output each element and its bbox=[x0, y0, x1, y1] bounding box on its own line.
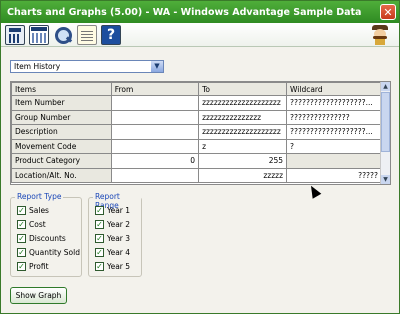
row-label: Movement Code bbox=[11, 138, 112, 154]
checkbox-checked-icon[interactable]: ✓ bbox=[95, 219, 104, 229]
table-row: Description zzzzzzzzzzzzzzzzzzzz ???????… bbox=[11, 124, 382, 140]
title-bar: Charts and Graphs (5.00) - WA - Windows … bbox=[1, 1, 399, 23]
from-cell[interactable] bbox=[110, 138, 200, 154]
to-cell[interactable]: zzzzzzzzzzzzzzzzzzzz bbox=[198, 124, 288, 140]
wildcard-cell[interactable]: ???????????????????... bbox=[286, 124, 382, 140]
calculator-icon[interactable] bbox=[5, 25, 25, 45]
checkbox-cost[interactable]: ✓ Cost bbox=[17, 218, 46, 230]
checkbox-profit[interactable]: ✓ Profit bbox=[17, 260, 49, 272]
checkbox-checked-icon[interactable]: ✓ bbox=[95, 261, 104, 271]
from-cell[interactable] bbox=[110, 124, 200, 140]
wildcard-cell[interactable]: ? bbox=[286, 138, 382, 154]
mascot-logo-icon bbox=[369, 24, 391, 46]
checkbox-checked-icon[interactable]: ✓ bbox=[17, 205, 26, 215]
notes-icon[interactable] bbox=[77, 25, 97, 45]
row-label: Group Number bbox=[11, 109, 112, 125]
checkbox-checked-icon[interactable]: ✓ bbox=[17, 233, 26, 243]
row-label: Product Category bbox=[11, 153, 112, 169]
checkbox-year-2[interactable]: ✓ Year 2 bbox=[95, 218, 130, 230]
close-button[interactable]: ✕ bbox=[380, 4, 396, 20]
checkbox-label: Discounts bbox=[29, 233, 66, 243]
to-cell[interactable]: 255 bbox=[198, 153, 288, 169]
from-cell[interactable] bbox=[110, 109, 200, 125]
checkbox-label: Year 3 bbox=[107, 233, 131, 243]
to-cell[interactable]: z bbox=[198, 138, 288, 154]
help-icon[interactable]: ? bbox=[101, 25, 121, 45]
row-label: Item Number bbox=[11, 95, 112, 111]
report-range-group: Report Range ✓ Year 1 ✓ Year 2 ✓ Year 3 … bbox=[88, 192, 142, 277]
window-title: Charts and Graphs (5.00) - WA - Windows … bbox=[7, 6, 362, 18]
column-header-from: From bbox=[110, 82, 200, 96]
to-cell[interactable]: zzzzz bbox=[198, 167, 288, 183]
checkbox-label: Year 4 bbox=[107, 247, 131, 257]
checkbox-checked-icon[interactable]: ✓ bbox=[17, 247, 26, 257]
scrollbar-thumb[interactable] bbox=[381, 92, 390, 152]
row-label: Description bbox=[11, 124, 112, 140]
checkbox-checked-icon[interactable]: ✓ bbox=[17, 261, 26, 271]
checkbox-checked-icon[interactable]: ✓ bbox=[95, 205, 104, 215]
checkbox-year-5[interactable]: ✓ Year 5 bbox=[95, 260, 130, 272]
table-row: Location/Alt. No. zzzzz ????? bbox=[11, 167, 382, 183]
to-cell[interactable]: zzzzzzzzzzzzzzzzzzzz bbox=[198, 95, 288, 111]
checkbox-label: Cost bbox=[29, 219, 46, 229]
wildcard-cell[interactable]: ???????????????????... bbox=[286, 95, 382, 111]
table-row: Product Category 0 255 bbox=[11, 153, 382, 169]
chevron-down-icon[interactable]: ▼ bbox=[151, 61, 163, 72]
checkbox-label: Sales bbox=[29, 205, 49, 215]
scroll-down-icon[interactable]: ▼ bbox=[381, 175, 390, 184]
mouse-cursor-icon bbox=[306, 183, 322, 199]
report-selector-dropdown[interactable]: Item History ▼ bbox=[10, 60, 164, 73]
column-header-wildcard: Wildcard bbox=[286, 82, 382, 96]
checkbox-label: Quantity Sold bbox=[29, 247, 80, 257]
checkbox-year-1[interactable]: ✓ Year 1 bbox=[95, 204, 130, 216]
table-header-row: Items From To Wildcard bbox=[11, 82, 382, 96]
show-graph-button[interactable]: Show Graph bbox=[10, 287, 67, 304]
from-cell[interactable] bbox=[110, 95, 200, 111]
checkbox-checked-icon[interactable]: ✓ bbox=[17, 219, 26, 229]
calendar-icon[interactable] bbox=[29, 25, 49, 45]
criteria-grid: Items From To Wildcard Item Number zzzzz… bbox=[10, 81, 391, 185]
from-cell[interactable]: 0 bbox=[110, 153, 200, 169]
toolbar: ? bbox=[1, 23, 399, 47]
report-type-group: Report Type ✓ Sales ✓ Cost ✓ Discounts ✓… bbox=[10, 192, 82, 277]
wildcard-cell[interactable]: ??????????????? bbox=[286, 109, 382, 125]
from-cell[interactable] bbox=[110, 167, 200, 183]
checkbox-year-3[interactable]: ✓ Year 3 bbox=[95, 232, 130, 244]
table-row: Item Number zzzzzzzzzzzzzzzzzzzz ???????… bbox=[11, 95, 382, 111]
table-row: Group Number zzzzzzzzzzzzzzz ???????????… bbox=[11, 109, 382, 125]
criteria-table: Items From To Wildcard Item Number zzzzz… bbox=[11, 82, 382, 183]
row-label: Location/Alt. No. bbox=[11, 167, 112, 183]
report-selector-value: Item History bbox=[14, 62, 61, 71]
table-row: Movement Code z ? bbox=[11, 138, 382, 154]
checkbox-quantity-sold[interactable]: ✓ Quantity Sold bbox=[17, 246, 80, 258]
wildcard-cell bbox=[286, 153, 382, 169]
report-type-label: Report Type bbox=[15, 192, 64, 201]
checkbox-checked-icon[interactable]: ✓ bbox=[95, 233, 104, 243]
vertical-scrollbar[interactable]: ▲ ▼ bbox=[380, 82, 390, 184]
checkbox-label: Year 5 bbox=[107, 261, 131, 271]
checkbox-label: Profit bbox=[29, 261, 49, 271]
search-icon[interactable] bbox=[53, 25, 73, 45]
column-header-items: Items bbox=[11, 82, 112, 96]
column-header-to: To bbox=[198, 82, 288, 96]
checkbox-sales[interactable]: ✓ Sales bbox=[17, 204, 49, 216]
wildcard-cell[interactable]: ????? bbox=[286, 167, 382, 183]
checkbox-checked-icon[interactable]: ✓ bbox=[95, 247, 104, 257]
checkbox-discounts[interactable]: ✓ Discounts bbox=[17, 232, 66, 244]
to-cell[interactable]: zzzzzzzzzzzzzzz bbox=[198, 109, 288, 125]
checkbox-year-4[interactable]: ✓ Year 4 bbox=[95, 246, 130, 258]
charts-and-graphs-window: Charts and Graphs (5.00) - WA - Windows … bbox=[0, 0, 400, 314]
scroll-up-icon[interactable]: ▲ bbox=[381, 82, 390, 91]
checkbox-label: Year 2 bbox=[107, 219, 131, 229]
checkbox-label: Year 1 bbox=[107, 205, 131, 215]
